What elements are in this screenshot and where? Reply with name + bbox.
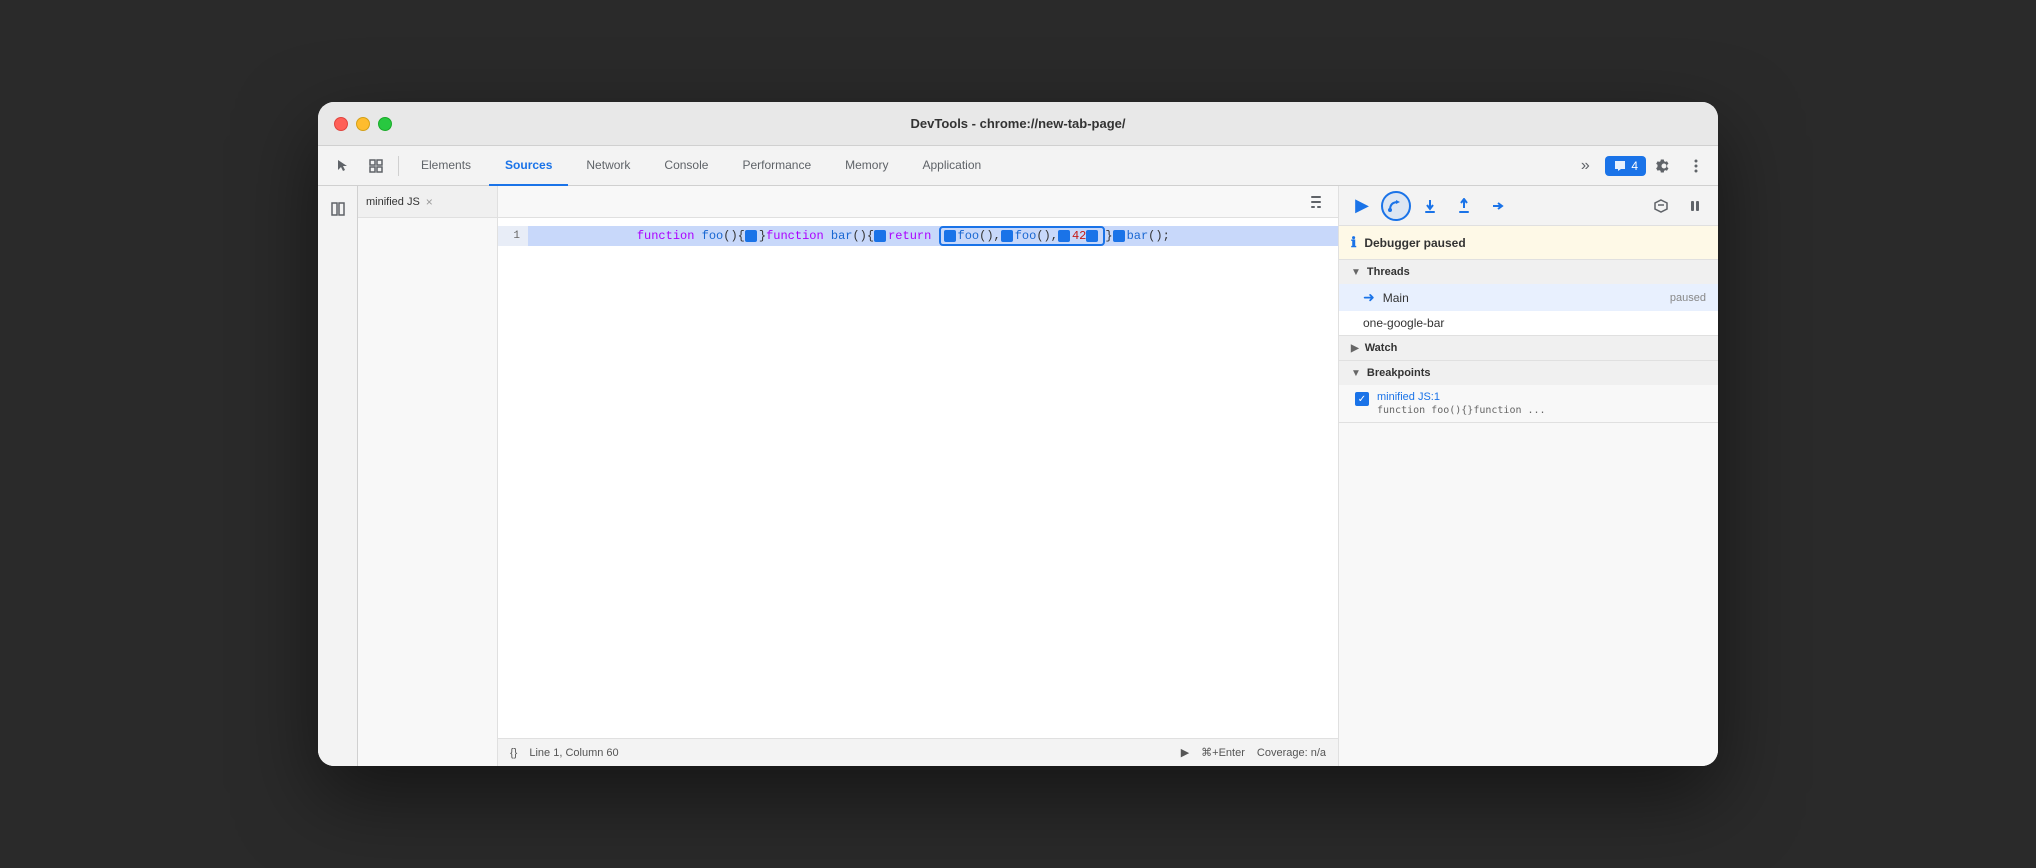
- statusbar-right: ▶ ⌘+Enter Coverage: n/a: [1181, 746, 1326, 759]
- code-statusbar: {} Line 1, Column 60 ▶ ⌘+Enter Coverage:…: [498, 738, 1338, 766]
- more-options-icon[interactable]: [1682, 152, 1710, 180]
- thread-list: ➜ Main paused one-google-bar: [1339, 284, 1718, 335]
- threads-label: Threads: [1367, 266, 1410, 278]
- google-bar-thread-label: one-google-bar: [1363, 316, 1444, 330]
- step-into-btn[interactable]: [1415, 191, 1445, 221]
- devtools-window: DevTools - chrome://new-tab-page/ Ele: [318, 102, 1718, 766]
- statusbar-left: {} Line 1, Column 60: [510, 747, 619, 759]
- maximize-button[interactable]: [378, 117, 392, 131]
- debugger-paused-banner: ℹ Debugger paused: [1339, 226, 1718, 260]
- breakpoint-checkbox[interactable]: ✓: [1355, 392, 1369, 406]
- debugger-paused-text: Debugger paused: [1364, 236, 1465, 250]
- pause-on-exception-btn[interactable]: [1680, 191, 1710, 221]
- tab-elements[interactable]: Elements: [405, 146, 487, 186]
- inspect-icon[interactable]: [360, 150, 392, 182]
- breakpoint-item-1: ✓ minified JS:1 function foo(){}function…: [1339, 385, 1718, 422]
- run-label: ⌘+Enter: [1201, 746, 1245, 759]
- pretty-print-icon[interactable]: [1302, 188, 1330, 216]
- breakpoints-triangle: ▼: [1351, 368, 1361, 379]
- file-tab-name: minified JS: [366, 196, 420, 208]
- sidebar-left: [318, 186, 358, 766]
- minimize-button[interactable]: [356, 117, 370, 131]
- watch-label: Watch: [1365, 342, 1398, 354]
- debugger-toolbar: ▶: [1339, 186, 1718, 226]
- watch-triangle: ▶: [1351, 343, 1359, 354]
- threads-section: ▼ Threads ➜ Main paused one-google-bar: [1339, 260, 1718, 336]
- file-tab-bar: minified JS ×: [358, 186, 497, 218]
- tab-sources[interactable]: Sources: [489, 146, 568, 186]
- titlebar: DevTools - chrome://new-tab-page/: [318, 102, 1718, 146]
- traffic-lights: [334, 117, 392, 131]
- tab-performance[interactable]: Performance: [726, 146, 827, 186]
- watch-section: ▶ Watch: [1339, 336, 1718, 361]
- step-out-btn[interactable]: [1449, 191, 1479, 221]
- watch-header[interactable]: ▶ Watch: [1339, 336, 1718, 360]
- line-number-1: 1: [498, 226, 528, 246]
- more-tabs-icon[interactable]: »: [1569, 150, 1601, 182]
- google-bar-thread-item[interactable]: one-google-bar: [1339, 311, 1718, 335]
- breakpoint-file: minified JS:1: [1377, 391, 1546, 403]
- devtools-body: Elements Sources Network Console Perform…: [318, 146, 1718, 766]
- right-panel: ▶: [1338, 186, 1718, 766]
- code-line-1: 1 function foo(){}function bar(){return …: [498, 226, 1338, 246]
- main-thread-label: Main: [1383, 291, 1409, 305]
- code-editor: 1 function foo(){}function bar(){return …: [498, 186, 1338, 766]
- main-thread-status: paused: [1670, 292, 1706, 304]
- window-title: DevTools - chrome://new-tab-page/: [910, 116, 1125, 131]
- breakpoint-info: minified JS:1 function foo(){}function .…: [1377, 391, 1546, 416]
- format-icon[interactable]: {}: [510, 747, 517, 759]
- step-over-btn[interactable]: [1381, 191, 1411, 221]
- blackbox-btn[interactable]: [1646, 191, 1676, 221]
- line-content-1: function foo(){}function bar(){return fo…: [528, 218, 1338, 257]
- tabs-right: » 4: [1569, 150, 1710, 182]
- code-header: [498, 186, 1338, 218]
- breakpoints-section: ▼ Breakpoints ✓ minified JS:1 function f…: [1339, 361, 1718, 423]
- tab-divider-1: [398, 156, 399, 176]
- thread-arrow-icon: ➜: [1363, 289, 1375, 306]
- panel-icon[interactable]: [323, 194, 353, 224]
- tabs-bar: Elements Sources Network Console Perform…: [318, 146, 1718, 186]
- threads-triangle: ▼: [1351, 267, 1361, 278]
- resume-btn[interactable]: ▶: [1347, 191, 1377, 221]
- main-area: minified JS ×: [318, 186, 1718, 766]
- threads-header[interactable]: ▼ Threads: [1339, 260, 1718, 284]
- code-content: 1 function foo(){}function bar(){return …: [498, 218, 1338, 738]
- close-button[interactable]: [334, 117, 348, 131]
- tab-application[interactable]: Application: [906, 146, 997, 186]
- run-icon[interactable]: ▶: [1181, 746, 1189, 759]
- file-tab[interactable]: minified JS ×: [366, 195, 433, 209]
- main-thread-item[interactable]: ➜ Main paused: [1339, 284, 1718, 311]
- tab-memory[interactable]: Memory: [829, 146, 904, 186]
- file-tab-close[interactable]: ×: [426, 195, 433, 209]
- tab-network[interactable]: Network: [570, 146, 646, 186]
- coverage-label: Coverage: n/a: [1257, 747, 1326, 759]
- breakpoint-code: function foo(){}function ...: [1377, 405, 1546, 416]
- step-btn[interactable]: [1483, 191, 1513, 221]
- info-icon: ℹ: [1351, 234, 1356, 251]
- messages-badge[interactable]: 4: [1605, 156, 1646, 176]
- file-panel: minified JS ×: [358, 186, 498, 766]
- breakpoints-header[interactable]: ▼ Breakpoints: [1339, 361, 1718, 385]
- breakpoints-label: Breakpoints: [1367, 367, 1431, 379]
- cursor-position: Line 1, Column 60: [529, 747, 618, 759]
- cursor-icon[interactable]: [326, 150, 358, 182]
- tab-console[interactable]: Console: [648, 146, 724, 186]
- settings-icon[interactable]: [1650, 152, 1678, 180]
